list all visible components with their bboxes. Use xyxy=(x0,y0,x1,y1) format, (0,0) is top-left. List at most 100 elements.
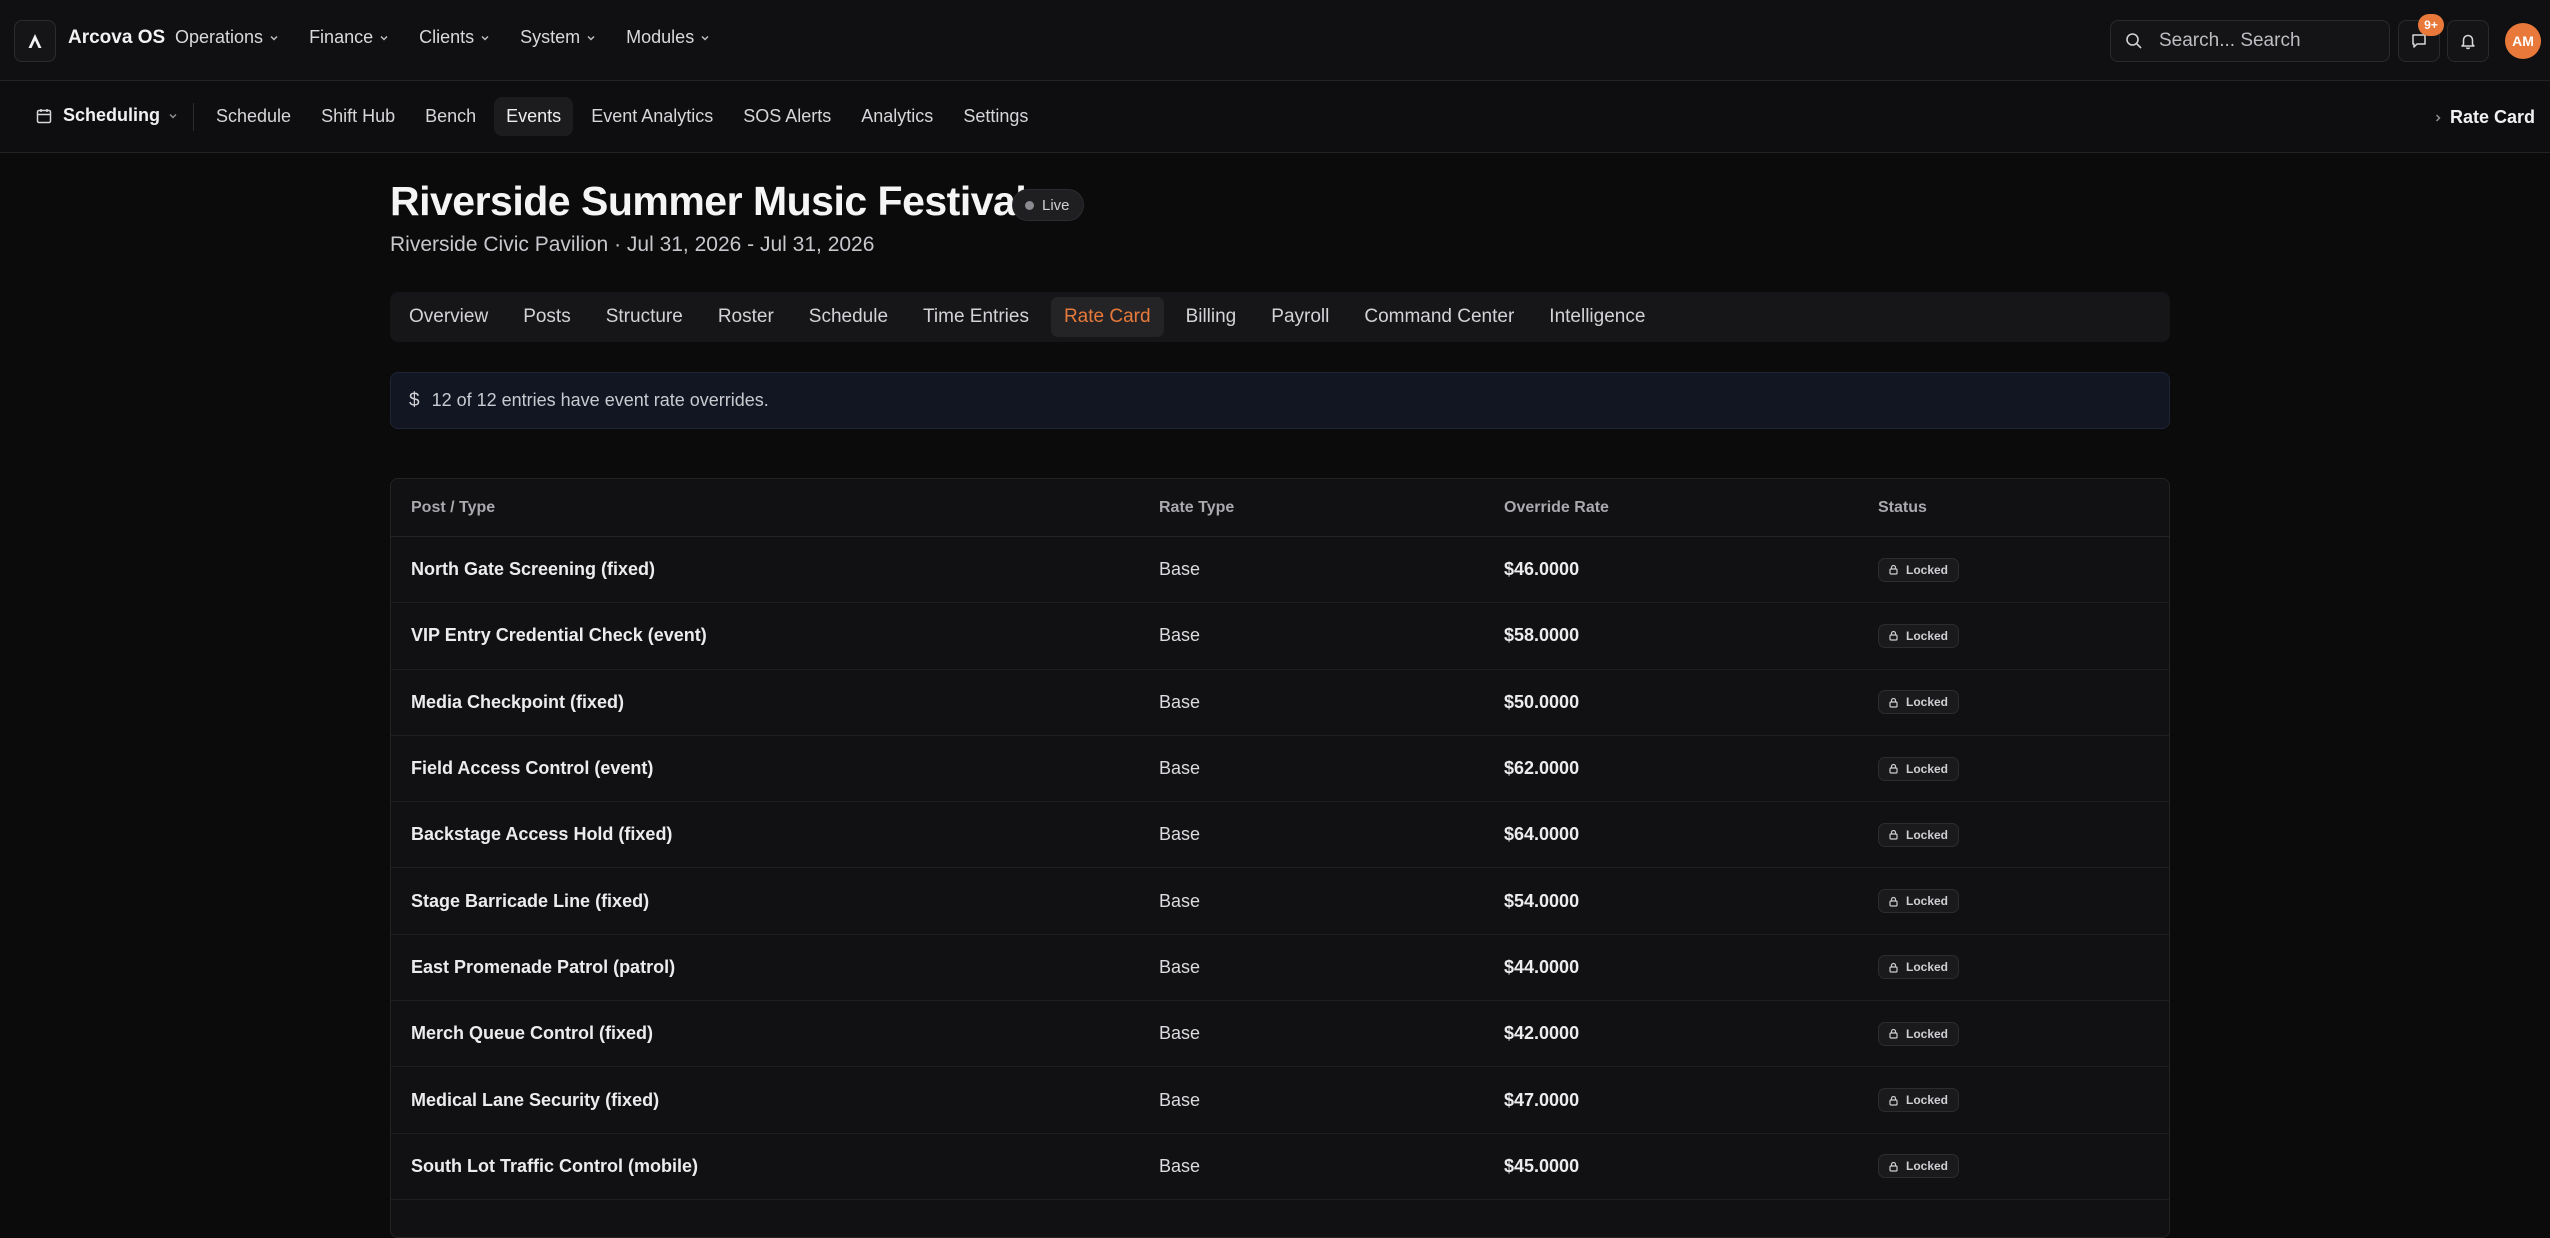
cell-rate-type: Base xyxy=(1159,1155,1201,1176)
chevron-down-icon xyxy=(169,113,177,119)
table-row[interactable]: Backstage Access Hold (fixed) Base $64.000… xyxy=(391,802,2169,869)
cell-status: Locked xyxy=(1878,889,2168,914)
top-nav-operations[interactable]: Operations xyxy=(175,27,279,48)
tab-structure[interactable]: Structure xyxy=(593,297,696,337)
tab-payroll[interactable]: Payroll xyxy=(1258,297,1342,337)
table-row[interactable]: North Gate Screening (fixed) Base $46.0000… xyxy=(391,537,2169,604)
status-pill-label: Locked xyxy=(1906,1159,1949,1174)
banner-message: 12 of 12 entries have event rate overrid… xyxy=(431,390,769,410)
lock-icon xyxy=(1889,565,1898,575)
cell-status: Locked xyxy=(1878,690,2168,715)
tab-intelligence[interactable]: Intelligence xyxy=(1536,297,1658,337)
global-search[interactable]: Search... Search xyxy=(2110,20,2390,62)
cell-rate-type: Base xyxy=(1159,625,1201,646)
table-row[interactable]: Merch Queue Control (fixed) Base $42.0000 L… xyxy=(391,1001,2169,1068)
status-pill: Locked xyxy=(1878,1021,1960,1046)
breadcrumb-current: Rate Card xyxy=(2449,107,2535,127)
subnav-item-schedule[interactable]: Schedule xyxy=(204,97,303,136)
status-pill-label: Locked xyxy=(1906,562,1949,577)
table-row[interactable]: Field Access Control (event) Base $62.0000… xyxy=(391,736,2169,803)
breadcrumb: Rate Card xyxy=(2434,107,2535,128)
status-pill-label: Locked xyxy=(1906,960,1949,975)
cell-status: Locked xyxy=(1878,822,2168,847)
top-nav-label: Finance xyxy=(309,27,374,47)
tab-overview[interactable]: Overview xyxy=(396,297,501,337)
rate-card-table: Post / Type Rate Type Override Rate Stat… xyxy=(390,478,2170,1238)
tab-roster[interactable]: Roster xyxy=(705,297,787,337)
rate-override-banner: $ 12 of 12 entries have event rate overr… xyxy=(390,372,2170,429)
event-tabs: Overview Posts Structure Roster Schedule… xyxy=(390,292,2170,342)
lock-icon xyxy=(1889,763,1898,774)
user-avatar[interactable]: AM xyxy=(2505,23,2541,59)
cell-status: Locked xyxy=(1878,557,2168,582)
module-label: Scheduling xyxy=(63,105,161,125)
cell-override-rate: $44.0000 xyxy=(1504,956,1580,977)
top-nav-label: Operations xyxy=(175,27,264,47)
top-nav-system[interactable]: System xyxy=(520,27,596,48)
subnav-item-sos-alerts[interactable]: SOS Alerts xyxy=(731,97,843,136)
status-pill-label: Locked xyxy=(1906,1026,1949,1041)
cell-status: Locked xyxy=(1878,1021,2168,1046)
tab-billing[interactable]: Billing xyxy=(1173,297,1250,337)
table-header: Post / Type Rate Type Override Rate Stat… xyxy=(391,479,2169,537)
column-header-status[interactable]: Status xyxy=(1878,499,2168,517)
cell-status: Locked xyxy=(1878,1154,2168,1179)
subnav-item-events[interactable]: Events xyxy=(494,97,574,136)
top-nav-finance[interactable]: Finance xyxy=(309,27,389,48)
tab-posts[interactable]: Posts xyxy=(510,297,584,337)
subnav-item-event-analytics[interactable]: Event Analytics xyxy=(579,97,725,136)
table-row[interactable]: East Promenade Patrol (patrol) Base $44.00… xyxy=(391,935,2169,1002)
subnav-item-bench[interactable]: Bench xyxy=(413,97,488,136)
calendar-icon xyxy=(36,108,52,123)
messages-count-badge: 9+ xyxy=(2418,14,2444,36)
table-row[interactable]: South Lot Traffic Control (mobile) Base $4… xyxy=(391,1134,2169,1200)
status-pill-label: Locked xyxy=(1906,827,1949,842)
table-body: North Gate Screening (fixed) Base $46.0000… xyxy=(391,537,2169,1200)
table-row[interactable]: Stage Barricade Line (fixed) Base $54.0000… xyxy=(391,868,2169,935)
column-header-post-type[interactable]: Post / Type xyxy=(391,499,1159,517)
status-pill: Locked xyxy=(1878,690,1960,715)
tab-time-entries[interactable]: Time Entries xyxy=(910,297,1042,337)
arcova-logo-icon xyxy=(28,34,42,48)
cell-rate-type: Base xyxy=(1159,956,1201,977)
notifications-button[interactable] xyxy=(2447,20,2489,62)
lock-icon xyxy=(1889,1029,1898,1039)
table-row[interactable]: Medical Lane Security (fixed) Base $47.000… xyxy=(391,1067,2169,1134)
subnav-item-shift-hub[interactable]: Shift Hub xyxy=(309,97,407,136)
cell-status: Locked xyxy=(1878,756,2168,781)
top-nav-modules[interactable]: Modules xyxy=(626,27,710,48)
cell-post-type: Medical Lane Security (fixed) xyxy=(411,1089,660,1110)
app-logo[interactable] xyxy=(14,20,56,62)
status-dot-icon xyxy=(1025,200,1034,210)
tab-command-center[interactable]: Command Center xyxy=(1351,297,1527,337)
top-nav-label: Clients xyxy=(419,27,475,47)
subnav-item-analytics[interactable]: Analytics xyxy=(849,97,945,136)
tab-schedule[interactable]: Schedule xyxy=(796,297,901,337)
chevron-down-icon xyxy=(481,35,489,41)
subnav-item-settings[interactable]: Settings xyxy=(951,97,1040,136)
chevron-down-icon xyxy=(701,35,709,41)
module-switcher[interactable]: Scheduling xyxy=(35,105,178,126)
column-header-rate-type[interactable]: Rate Type xyxy=(1159,499,1504,517)
page-subtitle: Riverside Civic Pavilion · Jul 31, 2026 … xyxy=(390,233,875,256)
tab-rate-card[interactable]: Rate Card xyxy=(1050,297,1164,337)
cell-rate-type: Base xyxy=(1159,824,1201,845)
cell-override-rate: $46.0000 xyxy=(1504,559,1580,580)
column-header-override-rate[interactable]: Override Rate xyxy=(1504,499,1878,517)
cell-rate-type: Base xyxy=(1159,758,1201,779)
status-pill: Locked xyxy=(1878,756,1960,781)
cell-status: Locked xyxy=(1878,955,2168,980)
table-row[interactable]: VIP Entry Credential Check (event) Base $5… xyxy=(391,603,2169,670)
top-nav: Operations Finance Clients System Module… xyxy=(175,27,740,48)
table-row[interactable]: Media Checkpoint (fixed) Base $50.0000 Lock… xyxy=(391,670,2169,736)
lock-icon xyxy=(1889,896,1898,907)
cell-override-rate: $64.0000 xyxy=(1504,824,1580,845)
top-nav-clients[interactable]: Clients xyxy=(419,27,490,48)
status-pill: Locked xyxy=(1878,557,1960,582)
lock-icon xyxy=(1889,631,1898,642)
cell-post-type: Merch Queue Control (fixed) xyxy=(411,1023,654,1044)
status-pill: Locked xyxy=(1878,623,1960,648)
status-pill-label: Locked xyxy=(1906,761,1949,776)
chevron-down-icon xyxy=(380,35,388,41)
cell-override-rate: $47.0000 xyxy=(1504,1089,1580,1110)
